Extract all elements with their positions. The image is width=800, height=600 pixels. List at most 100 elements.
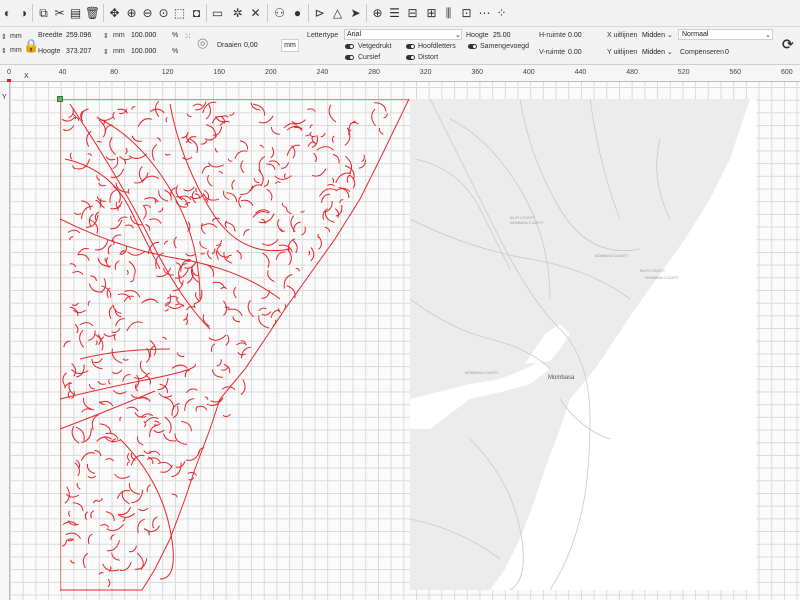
merge-toggle[interactable] (468, 44, 477, 49)
trace-contour (96, 174, 101, 181)
font-height-value[interactable]: 25.00 (493, 32, 511, 39)
trace-contour (361, 154, 365, 163)
trace-contour (267, 269, 275, 283)
trace-contour (87, 153, 93, 157)
unit-mm-button[interactable]: mm (281, 39, 299, 52)
trace-contour (291, 119, 306, 124)
trace-contour (138, 507, 149, 512)
trace-contour (261, 238, 279, 246)
height-value[interactable]: 373.207 (66, 48, 91, 55)
scale-h-value[interactable]: 100.000 (131, 48, 156, 55)
toolbar-separator (366, 4, 367, 22)
traced-vector[interactable] (60, 99, 410, 591)
bold-toggle[interactable] (345, 44, 354, 49)
nudge-arrows-icon[interactable]: ⁘ (494, 5, 509, 20)
trace-contour (114, 473, 130, 479)
map-image[interactable]: KILIFI COUNTY MOMBASA COUNTY MOMBASA COU… (410, 99, 756, 590)
x-align-value[interactable]: Midden (642, 32, 665, 39)
y-align-dropdown-icon[interactable]: ⌄ (667, 48, 673, 56)
ruler-tick-label: 440 (574, 69, 587, 76)
selection-handle[interactable] (57, 96, 63, 102)
mirror-icon[interactable]: ⊳ (312, 5, 327, 20)
rotate-value[interactable]: 0,00 (244, 42, 258, 49)
height-spin-icon[interactable]: ⇕ (1, 47, 7, 55)
font-dropdown-icon[interactable]: ⌄ (455, 31, 461, 39)
trace-contour (113, 389, 127, 395)
compensate-value[interactable]: 0 (725, 49, 729, 56)
grid-icon[interactable]: ⊡ (459, 5, 474, 20)
open-file-icon[interactable]: ◑ (16, 5, 31, 20)
trace-contour (101, 278, 107, 293)
scale-w-value[interactable]: 100.000 (131, 32, 156, 39)
vspace-value[interactable]: 0.00 (568, 49, 582, 56)
trace-contour (200, 223, 218, 229)
width-spin-icon[interactable]: ⇕ (1, 33, 7, 41)
trace-contour (344, 127, 351, 146)
y-align-value[interactable]: Midden (642, 49, 665, 56)
text-style-dropdown-icon[interactable]: ⌄ (765, 31, 771, 39)
tools-icon[interactable]: ✕ (248, 5, 263, 20)
trace-contour (258, 307, 267, 312)
new-file-icon[interactable]: ◐ (0, 5, 15, 20)
x-align-dropdown-icon[interactable]: ⌄ (667, 31, 673, 39)
caps-toggle[interactable] (406, 44, 415, 49)
camera-icon[interactable]: ◘ (189, 5, 204, 20)
zoom-out-icon[interactable]: ⊖ (140, 5, 155, 20)
group-icon[interactable]: ⚇ (272, 5, 287, 20)
trace-contour (156, 137, 161, 142)
trace-contour (223, 190, 230, 201)
monitor-icon[interactable]: ▭ (210, 5, 225, 20)
trace-contour (210, 343, 216, 353)
user-icon[interactable]: ● (290, 5, 305, 20)
target-icon[interactable]: ⊕ (370, 5, 385, 20)
county-label: KILIFI COUNTY (640, 269, 666, 273)
scale-h-spin-icon[interactable]: ⇕ (103, 48, 109, 56)
italic-toggle[interactable] (345, 55, 354, 60)
trace-contour (115, 318, 126, 327)
trace-contour (105, 458, 115, 462)
nudge-icon[interactable]: ⋯ (477, 5, 492, 20)
select-all-icon[interactable]: ⬚ (172, 5, 187, 20)
distort-label: Distort (418, 54, 439, 61)
zoom-fit-icon[interactable]: ⊙ (156, 5, 171, 20)
width-value[interactable]: 259.096 (66, 32, 91, 39)
cut-icon[interactable]: ✂ (52, 5, 67, 20)
flip-icon[interactable]: △ (330, 5, 345, 20)
trace-contour (74, 462, 80, 477)
trace-contour (137, 118, 152, 127)
canvas-workspace[interactable]: KILIFI COUNTY MOMBASA COUNTY MOMBASA COU… (10, 82, 800, 600)
anchor-center-icon[interactable]: ◎ (197, 35, 208, 51)
font-select[interactable] (344, 29, 462, 40)
trace-contour (137, 436, 144, 446)
scale-w-spin-icon[interactable]: ⇕ (103, 32, 109, 40)
paste-icon[interactable]: ▤ (68, 5, 83, 20)
x-axis-label: X (24, 73, 29, 80)
trace-contour (97, 380, 106, 385)
send-icon[interactable]: ➤ (348, 5, 363, 20)
hspace-value[interactable]: 0.00 (568, 32, 582, 39)
trace-contour (114, 260, 120, 270)
distort-toggle[interactable] (406, 55, 415, 60)
trace-contour (69, 236, 74, 241)
zoom-in-icon[interactable]: ⊕ (124, 5, 139, 20)
settings-icon[interactable]: ✲ (230, 5, 245, 20)
copy-icon[interactable]: ⧉ (36, 5, 51, 20)
delete-icon[interactable]: 🗑 (85, 5, 100, 20)
align-center-icon[interactable]: ⊞ (424, 5, 439, 20)
trace-contour (82, 397, 95, 411)
trace-contour (61, 539, 67, 547)
lock-ratio-icon[interactable]: 🔒 (23, 38, 39, 54)
apply-icon[interactable]: ⟳ (782, 36, 794, 53)
align-icon[interactable]: ☰ (387, 5, 402, 20)
spacing-icon[interactable]: ⫼ (441, 5, 456, 20)
trace-contour (164, 240, 168, 245)
trace-contour (281, 202, 287, 208)
trace-contour (165, 117, 168, 123)
trace-contour (291, 239, 298, 254)
trace-contour (69, 306, 79, 317)
distribute-icon[interactable]: ⊟ (405, 5, 420, 20)
anchor-grid-icon[interactable]: ⁙ (184, 31, 192, 42)
move-icon[interactable]: ✥ (107, 5, 122, 20)
compensate-label: Compenseren (680, 49, 724, 56)
trace-contour (68, 381, 75, 396)
